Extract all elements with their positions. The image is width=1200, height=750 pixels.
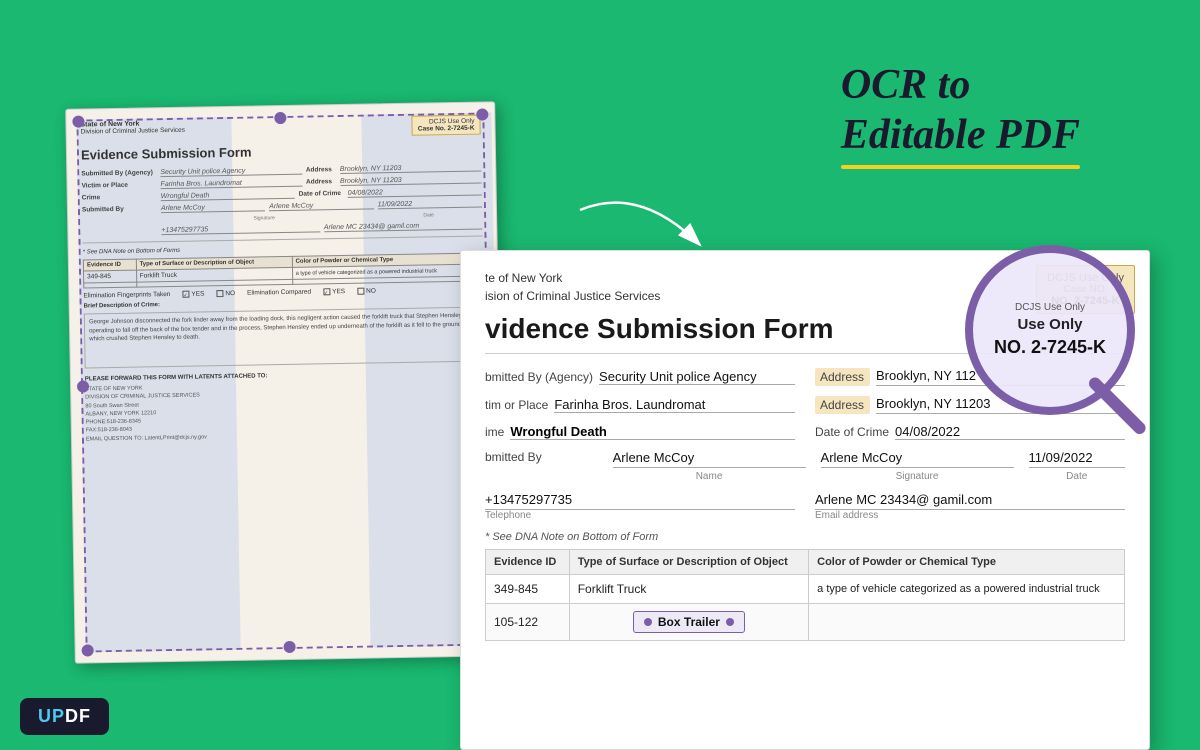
table-header-id: Evidence ID	[486, 550, 570, 575]
bt-handle-left	[644, 618, 652, 626]
magnifier-content: DCJS Use Only Use Only NO. 2-7245-K	[984, 292, 1116, 369]
edit-victim-val: Farinha Bros. Laundromat	[554, 397, 795, 413]
edit-submitted-label: bmitted By (Agency)	[485, 370, 593, 384]
updf-up: UP	[38, 706, 65, 726]
edit-submittedby-label: bmitted By	[485, 450, 542, 464]
handle-ml[interactable]	[77, 380, 89, 392]
ev-color-1: a type of vehicle categorized as a power…	[809, 575, 1125, 604]
hero-title: OCR to Editable PDF	[841, 60, 1080, 169]
magnifier-handle	[1087, 375, 1149, 437]
handle-bl[interactable]	[82, 644, 94, 656]
edit-address2-label: Address	[815, 396, 870, 414]
evidence-table: Evidence ID Type of Surface or Descripti…	[485, 549, 1125, 641]
dna-note: * See DNA Note on Bottom of Form	[485, 531, 1125, 543]
table-row: 105-122 Box Trailer	[486, 604, 1125, 641]
name-label: Name	[613, 471, 806, 482]
edit-crime-label: ime	[485, 425, 504, 439]
magnifying-glass: DCJS Use Only Use Only NO. 2-7245-K	[965, 245, 1185, 465]
table-header-type: Type of Surface or Description of Object	[569, 550, 808, 575]
date-sub-label: Date	[1029, 471, 1125, 482]
table-header-color: Color of Powder or Chemical Type	[809, 550, 1125, 575]
edit-crime-val: Wrongful Death	[510, 424, 795, 440]
sig-label: Signature	[821, 471, 1014, 482]
arrow-decoration	[560, 195, 720, 280]
updf-df: DF	[65, 706, 91, 726]
box-trailer-highlight: Box Trailer	[633, 611, 745, 633]
email-label: Email address	[815, 510, 1125, 521]
ev-id-1: 349-845	[486, 575, 570, 604]
phone-val: +13475297735	[485, 492, 795, 510]
scan-document: State of New York Division of Criminal J…	[65, 101, 505, 663]
table-row: 349-845 Forklift Truck a type of vehicle…	[486, 575, 1125, 604]
contact-row: +13475297735 Telephone Arlene MC 23434@ …	[485, 492, 1125, 521]
hero-line2: Editable PDF	[841, 112, 1080, 158]
handle-tl[interactable]	[72, 115, 84, 127]
email-val: Arlene MC 23434@ gamil.com	[815, 492, 1125, 510]
mag-use-only: Use Only	[994, 315, 1106, 335]
title-underline	[841, 165, 1080, 169]
edit-date-label: Date of Crime	[815, 425, 889, 439]
hero-line1: OCR to	[841, 62, 971, 108]
ev-desc-1: Forklift Truck	[569, 575, 808, 604]
ev-color-2	[809, 604, 1125, 641]
ev-id-2: 105-122	[486, 604, 570, 641]
bt-handle-right	[726, 618, 734, 626]
mag-dcjs-label: DCJS Use Only	[994, 302, 1106, 313]
edit-title-text: vidence Submission Form	[485, 313, 834, 344]
edit-victim-label: tim or Place	[485, 398, 548, 412]
box-trailer-text: Box Trailer	[658, 615, 720, 629]
ev-desc-2: Box Trailer	[569, 604, 808, 641]
submitted-name-val: Arlene McCoy	[613, 450, 806, 468]
edit-submitted-val: Security Unit police Agency	[599, 369, 795, 385]
handle-bc[interactable]	[284, 641, 296, 653]
mag-case-no: NO. 2-7245-K	[994, 337, 1106, 358]
updf-logo: UPDF	[20, 698, 109, 735]
selection-border	[76, 112, 493, 652]
phone-label: Telephone	[485, 510, 795, 521]
edit-address-label: Address	[815, 368, 870, 386]
handle-tc[interactable]	[274, 112, 286, 124]
